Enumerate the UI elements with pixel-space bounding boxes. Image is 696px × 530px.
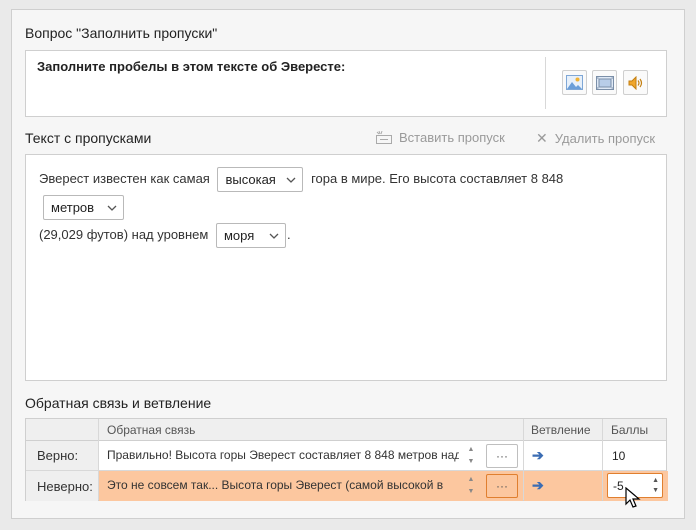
add-image-button[interactable] bbox=[562, 70, 587, 95]
column-divider bbox=[602, 419, 603, 500]
feedback-scroll-arrows[interactable]: ▲ ▼ bbox=[464, 474, 478, 498]
gap-text-segment: . bbox=[286, 227, 291, 242]
gap-select-value: моря bbox=[223, 227, 255, 243]
feedback-cell[interactable]: Это не совсем так... Высота горы Эверест… bbox=[99, 471, 523, 501]
branch-cell[interactable]: ➔ bbox=[524, 441, 602, 470]
audio-icon bbox=[628, 75, 642, 90]
arrow-right-icon[interactable]: ➔ bbox=[532, 447, 544, 464]
question-text[interactable]: Заполните пробелы в этом тексте об Эвере… bbox=[37, 59, 345, 74]
image-icon bbox=[566, 75, 583, 90]
gap-text-editor[interactable]: Эверест известен как самая высокая гора … bbox=[25, 154, 667, 381]
feedback-cell[interactable]: Правильно! Высота горы Эверест составляе… bbox=[99, 441, 523, 470]
question-text-box[interactable]: Заполните пробелы в этом тексте об Эвере… bbox=[25, 50, 667, 117]
gap-select-value: высокая bbox=[225, 171, 276, 187]
insert-gap-label: Вставить пропуск bbox=[399, 130, 505, 145]
video-icon bbox=[595, 75, 614, 90]
feedback-section-title: Обратная связь и ветвление bbox=[25, 395, 212, 411]
chevron-down-icon bbox=[107, 205, 117, 211]
column-divider bbox=[523, 419, 524, 500]
gap-select-3[interactable]: моря bbox=[215, 223, 286, 249]
feedback-more-button[interactable]: ··· bbox=[486, 474, 518, 498]
column-divider bbox=[98, 419, 99, 500]
feedback-more-button[interactable]: ··· bbox=[486, 444, 518, 468]
question-section-title: Вопрос "Заполнить пропуски" bbox=[25, 25, 218, 41]
gap-text-content: Эверест известен как самая высокая гора … bbox=[39, 165, 655, 249]
add-video-button[interactable] bbox=[592, 70, 617, 95]
gap-text-segment: гора в мире. Его высота составляет 8 848 bbox=[311, 171, 564, 186]
add-audio-button[interactable] bbox=[623, 70, 648, 95]
mouse-cursor-icon bbox=[625, 487, 641, 508]
gap-text-segment: (29,029 футов) над уровнем bbox=[39, 227, 209, 242]
chevron-down-icon bbox=[269, 233, 279, 239]
col-branch-header: Ветвление bbox=[531, 423, 591, 437]
feedback-table: Обратная связь Ветвление Баллы Верно: Пр… bbox=[25, 418, 668, 501]
row-label: Верно: bbox=[26, 441, 98, 470]
score-value[interactable]: 10 bbox=[612, 449, 625, 463]
col-score-header: Баллы bbox=[611, 423, 649, 437]
score-stepper[interactable]: ▲ ▼ bbox=[652, 476, 659, 496]
branch-cell[interactable]: ➔ bbox=[524, 471, 602, 501]
score-value[interactable]: -5 bbox=[613, 479, 624, 493]
gap-select-2[interactable]: метров bbox=[43, 195, 124, 221]
gap-select-1[interactable]: высокая bbox=[217, 167, 304, 193]
chevron-down-icon bbox=[287, 177, 296, 183]
score-cell[interactable]: 10 bbox=[603, 441, 668, 470]
delete-gap-label: Удалить пропуск bbox=[554, 131, 656, 146]
insert-gap-icon bbox=[376, 131, 392, 144]
table-row-incorrect[interactable]: Неверно: Это не совсем так... Высота гор… bbox=[26, 471, 668, 501]
table-row-correct[interactable]: Верно: Правильно! Высота горы Эверест со… bbox=[26, 441, 666, 471]
delete-icon: ✕ bbox=[536, 130, 548, 146]
gap-text-segment: Эверест известен как самая bbox=[39, 171, 210, 186]
gaps-section-title: Текст с пропусками bbox=[25, 130, 152, 146]
feedback-scroll-arrows[interactable]: ▲ ▼ bbox=[464, 444, 478, 468]
feedback-text[interactable]: Это не совсем так... Высота горы Эверест… bbox=[107, 478, 459, 492]
media-divider bbox=[545, 57, 546, 109]
feedback-text[interactable]: Правильно! Высота горы Эверест составляе… bbox=[107, 448, 459, 462]
insert-gap-button[interactable]: Вставить пропуск bbox=[376, 130, 505, 145]
gap-select-value: метров bbox=[51, 199, 95, 215]
row-label: Неверно: bbox=[26, 471, 98, 501]
arrow-right-icon[interactable]: ➔ bbox=[532, 477, 544, 494]
table-header: Обратная связь Ветвление Баллы bbox=[26, 419, 666, 441]
col-feedback-header: Обратная связь bbox=[107, 423, 196, 437]
delete-gap-button[interactable]: ✕ Удалить пропуск bbox=[536, 130, 655, 147]
